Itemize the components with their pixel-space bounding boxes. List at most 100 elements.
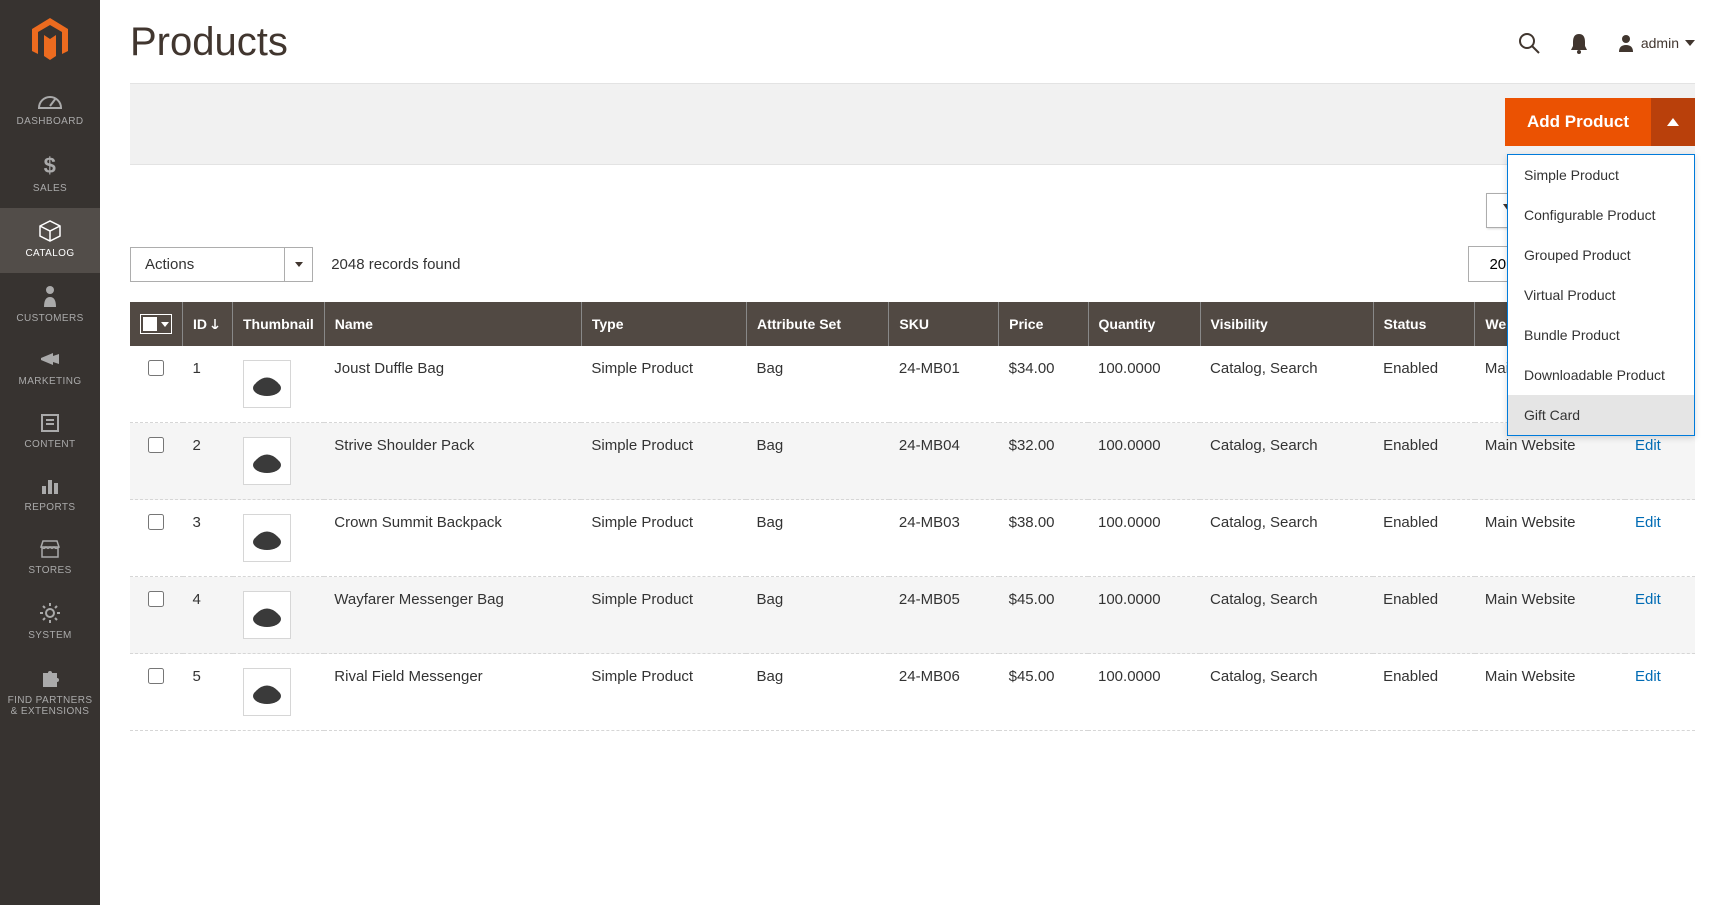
column-header[interactable]: SKU — [889, 302, 999, 346]
cell-action: Edit — [1625, 654, 1695, 731]
nav-stores[interactable]: STORES — [0, 527, 100, 590]
gauge-icon — [4, 90, 96, 110]
row-select-cell — [130, 423, 183, 500]
magento-logo[interactable] — [30, 20, 70, 60]
cell-price: $32.00 — [999, 423, 1088, 500]
column-header[interactable]: Visibility — [1200, 302, 1373, 346]
table-row[interactable]: 3Crown Summit BackpackSimple ProductBag2… — [130, 500, 1695, 577]
nav-partners[interactable]: FIND PARTNERS & EXTENSIONS — [0, 655, 100, 731]
cell-type: Simple Product — [581, 577, 746, 654]
cell-quantity: 100.0000 — [1088, 654, 1200, 731]
add-product-option[interactable]: Simple Product — [1508, 155, 1694, 195]
username: admin — [1641, 35, 1679, 51]
cell-name: Joust Duffle Bag — [324, 346, 581, 423]
select-all-checkbox[interactable] — [140, 314, 172, 334]
edit-link[interactable]: Edit — [1635, 668, 1661, 685]
products-grid: ID ThumbnailNameTypeAttribute SetSKUPric… — [130, 302, 1695, 731]
cell-sku: 24-MB03 — [889, 500, 999, 577]
column-header[interactable]: Thumbnail — [233, 302, 325, 346]
nav-marketing[interactable]: MARKETING — [0, 338, 100, 401]
nav-system[interactable]: SYSTEM — [0, 590, 100, 655]
column-header[interactable]: Status — [1373, 302, 1475, 346]
nav-label: FIND PARTNERS & EXTENSIONS — [4, 695, 96, 717]
edit-link[interactable]: Edit — [1635, 591, 1661, 608]
nav-label: DASHBOARD — [4, 116, 96, 127]
edit-link[interactable]: Edit — [1635, 514, 1661, 531]
cell-id: 1 — [183, 346, 233, 423]
chevron-down-icon — [284, 248, 312, 281]
row-checkbox[interactable] — [148, 591, 164, 607]
page-header: Products admin — [130, 20, 1695, 65]
add-product-split-button: Add Product Simple ProductConfigurable P… — [1505, 98, 1695, 146]
product-thumbnail[interactable] — [243, 514, 291, 562]
column-header[interactable]: Type — [581, 302, 746, 346]
add-product-option[interactable]: Gift Card — [1508, 395, 1694, 435]
cell-status: Enabled — [1373, 346, 1475, 423]
table-row[interactable]: 1Joust Duffle BagSimple ProductBag24-MB0… — [130, 346, 1695, 423]
row-checkbox[interactable] — [148, 360, 164, 376]
row-checkbox[interactable] — [148, 514, 164, 530]
chevron-down-icon — [1685, 40, 1695, 46]
add-product-option[interactable]: Configurable Product — [1508, 195, 1694, 235]
row-select-cell — [130, 346, 183, 423]
column-header[interactable]: Price — [999, 302, 1088, 346]
bell-icon[interactable] — [1569, 32, 1589, 54]
product-thumbnail[interactable] — [243, 668, 291, 716]
add-product-button[interactable]: Add Product — [1505, 98, 1651, 146]
product-thumbnail[interactable] — [243, 437, 291, 485]
add-product-option[interactable]: Grouped Product — [1508, 235, 1694, 275]
nav-dashboard[interactable]: DASHBOARD — [0, 78, 100, 141]
cell-thumbnail — [233, 500, 325, 577]
nav-label: SYSTEM — [4, 630, 96, 641]
add-product-option[interactable]: Virtual Product — [1508, 275, 1694, 315]
nav-content[interactable]: CONTENT — [0, 401, 100, 464]
cell-id: 4 — [183, 577, 233, 654]
cell-attribute-set: Bag — [746, 346, 888, 423]
main-content: Products admin Add Product Simple Produc… — [100, 0, 1725, 905]
column-header[interactable]: Attribute Set — [746, 302, 888, 346]
row-checkbox[interactable] — [148, 668, 164, 684]
table-row[interactable]: 4Wayfarer Messenger BagSimple ProductBag… — [130, 577, 1695, 654]
dollar-icon: $ — [4, 153, 96, 177]
cell-quantity: 100.0000 — [1088, 346, 1200, 423]
nav-reports[interactable]: REPORTS — [0, 464, 100, 527]
add-product-option[interactable]: Bundle Product — [1508, 315, 1694, 355]
table-row[interactable]: 2Strive Shoulder PackSimple ProductBag24… — [130, 423, 1695, 500]
nav-catalog[interactable]: CATALOG — [0, 208, 100, 273]
cell-websites: Main Website — [1475, 654, 1625, 731]
nav-customers[interactable]: CUSTOMERS — [0, 273, 100, 338]
chevron-down-icon — [161, 322, 169, 327]
cell-sku: 24-MB05 — [889, 577, 999, 654]
column-header[interactable]: Name — [324, 302, 581, 346]
cell-status: Enabled — [1373, 423, 1475, 500]
cell-name: Rival Field Messenger — [324, 654, 581, 731]
cell-websites: Main Website — [1475, 500, 1625, 577]
search-icon[interactable] — [1517, 31, 1541, 55]
nav-label: CONTENT — [4, 439, 96, 450]
grid-toolbar: Actions 2048 records found per page — [130, 246, 1695, 282]
column-header[interactable]: Quantity — [1088, 302, 1200, 346]
account-menu[interactable]: admin — [1617, 34, 1695, 52]
product-thumbnail[interactable] — [243, 591, 291, 639]
mass-actions-select[interactable]: Actions — [130, 247, 313, 282]
nav-label: REPORTS — [4, 502, 96, 513]
cell-id: 5 — [183, 654, 233, 731]
cell-name: Crown Summit Backpack — [324, 500, 581, 577]
column-header[interactable] — [130, 302, 183, 346]
add-product-toggle[interactable] — [1651, 98, 1695, 146]
nav-sales[interactable]: $ SALES — [0, 141, 100, 208]
cell-visibility: Catalog, Search — [1200, 654, 1373, 731]
edit-link[interactable]: Edit — [1635, 437, 1661, 454]
add-product-option[interactable]: Downloadable Product — [1508, 355, 1694, 395]
cell-sku: 24-MB01 — [889, 346, 999, 423]
cell-id: 2 — [183, 423, 233, 500]
cell-sku: 24-MB04 — [889, 423, 999, 500]
nav-label: MARKETING — [4, 376, 96, 387]
column-header[interactable]: ID — [183, 302, 233, 346]
row-checkbox[interactable] — [148, 437, 164, 453]
add-product-dropdown: Simple ProductConfigurable ProductGroupe… — [1507, 154, 1695, 436]
cell-attribute-set: Bag — [746, 654, 888, 731]
cell-type: Simple Product — [581, 654, 746, 731]
product-thumbnail[interactable] — [243, 360, 291, 408]
table-row[interactable]: 5Rival Field MessengerSimple ProductBag2… — [130, 654, 1695, 731]
